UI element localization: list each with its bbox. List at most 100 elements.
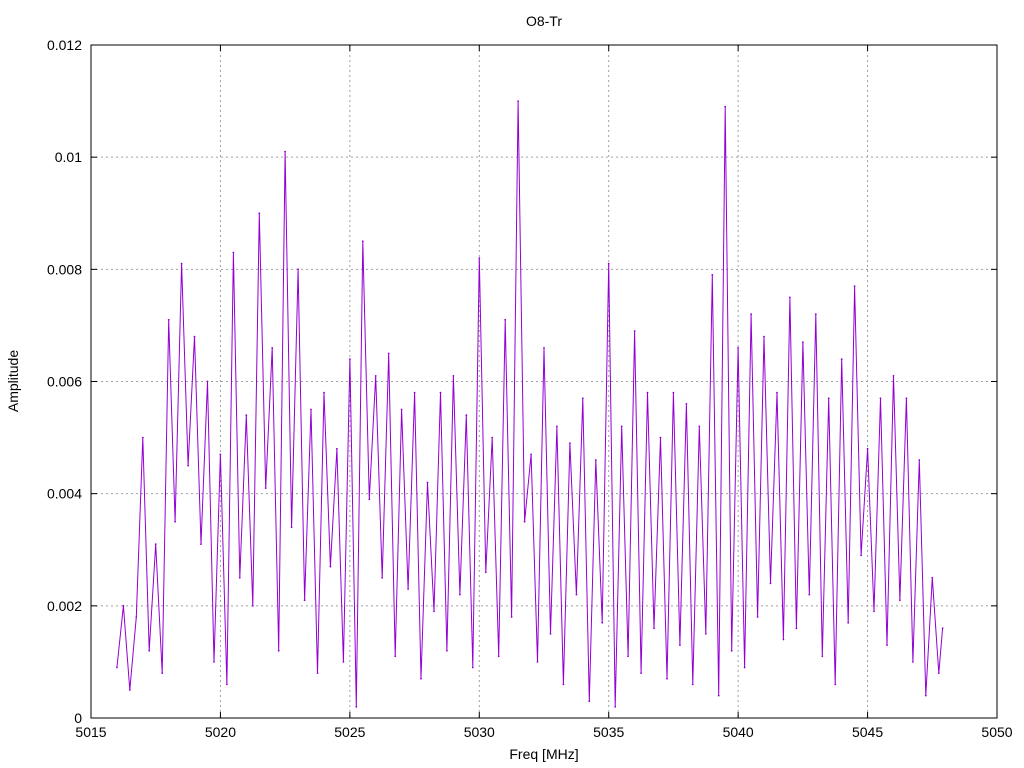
- data-point: [620, 425, 623, 428]
- data-point: [193, 335, 196, 338]
- data-point: [569, 442, 571, 445]
- chart: 5015 5020 5025 5030 5035 5040 5045 5050 0 0.002 0.…: [5, 13, 1013, 762]
- data-point: [873, 610, 875, 613]
- data-point: [290, 526, 293, 529]
- data-point: [232, 251, 235, 254]
- data-point: [517, 100, 519, 102]
- x-axis-label: Freq [MHz]: [509, 746, 578, 762]
- data-point: [180, 262, 183, 265]
- data-point: [601, 621, 604, 624]
- data-point: [543, 347, 545, 349]
- data-point: [666, 677, 668, 680]
- data-point: [827, 397, 830, 400]
- data-point: [691, 683, 694, 686]
- data-point: [536, 661, 539, 663]
- data-point: [471, 666, 474, 669]
- x-tick-label: 5045: [852, 724, 883, 740]
- data-point: [743, 666, 746, 669]
- data-point: [446, 649, 448, 652]
- data-point: [685, 403, 688, 405]
- data-point: [187, 464, 190, 467]
- data-point: [361, 240, 364, 243]
- grid: [91, 45, 997, 718]
- data-point: [575, 593, 578, 596]
- data-point: [336, 447, 338, 450]
- data-point: [776, 391, 778, 394]
- data-point: [640, 672, 642, 674]
- data-point: [368, 498, 371, 501]
- data-point: [141, 436, 144, 439]
- data-point: [381, 576, 384, 579]
- data-point: [941, 627, 944, 630]
- data-point: [905, 397, 908, 400]
- data-point: [931, 576, 934, 579]
- data-point: [459, 593, 461, 596]
- data-point: [866, 447, 869, 450]
- data-point: [154, 543, 157, 545]
- data-point: [329, 565, 332, 568]
- data-point: [128, 689, 131, 691]
- data-point: [679, 644, 681, 646]
- data-point: [607, 262, 610, 265]
- data-point: [200, 543, 202, 545]
- data-point: [116, 666, 118, 669]
- data-point: [452, 375, 455, 377]
- data-point: [167, 318, 170, 321]
- data-point: [769, 582, 772, 585]
- data-point: [698, 425, 701, 428]
- data-point: [730, 649, 733, 652]
- data-point: [374, 375, 377, 377]
- y-axis-label: Amplitude: [5, 350, 21, 412]
- data-point: [737, 347, 739, 349]
- x-tick-label: 5040: [723, 724, 754, 740]
- data-point: [316, 672, 319, 674]
- data-point: [782, 638, 785, 641]
- data-point: [349, 358, 351, 360]
- data-point: [284, 150, 286, 153]
- x-tick-label: 5030: [464, 724, 495, 740]
- data-point: [562, 683, 565, 686]
- data-point: [672, 391, 675, 394]
- data-point: [594, 459, 597, 461]
- data-point: [847, 621, 850, 624]
- data-point: [556, 425, 558, 428]
- data-point: [840, 358, 843, 360]
- data-point: [763, 335, 765, 338]
- data-point: [802, 341, 804, 344]
- data-point: [853, 285, 856, 288]
- data-series-layer: [116, 100, 944, 708]
- data-point: [439, 391, 442, 394]
- data-point: [717, 694, 720, 697]
- data-point: [821, 655, 824, 658]
- y-tick-label: 0.01: [55, 149, 82, 165]
- data-point: [530, 453, 532, 456]
- data-point: [497, 655, 500, 658]
- y-tick-label: 0.012: [47, 37, 82, 53]
- data-point: [271, 347, 274, 349]
- data-point: [834, 683, 837, 686]
- data-point: [219, 453, 222, 456]
- data-point: [433, 610, 435, 613]
- data-point: [161, 672, 164, 674]
- data-point: [581, 397, 584, 400]
- data-point: [912, 661, 914, 663]
- data-point: [174, 520, 177, 523]
- y-tick-label: 0.008: [47, 261, 82, 277]
- data-point: [588, 700, 591, 703]
- data-point: [394, 655, 397, 658]
- x-tick-label: 5020: [205, 724, 236, 740]
- data-point: [264, 487, 267, 489]
- data-point: [549, 633, 552, 635]
- data-point: [135, 616, 138, 618]
- data-point: [323, 391, 325, 394]
- data-point: [510, 616, 513, 618]
- data-point: [924, 694, 927, 697]
- data-point: [251, 604, 254, 607]
- data-point: [750, 313, 752, 316]
- chart-title: O8-Tr: [526, 13, 562, 29]
- x-tick-label: 5025: [334, 724, 365, 740]
- data-point: [659, 436, 662, 439]
- data-point: [491, 436, 494, 439]
- data-point: [122, 604, 125, 607]
- data-point: [899, 599, 901, 602]
